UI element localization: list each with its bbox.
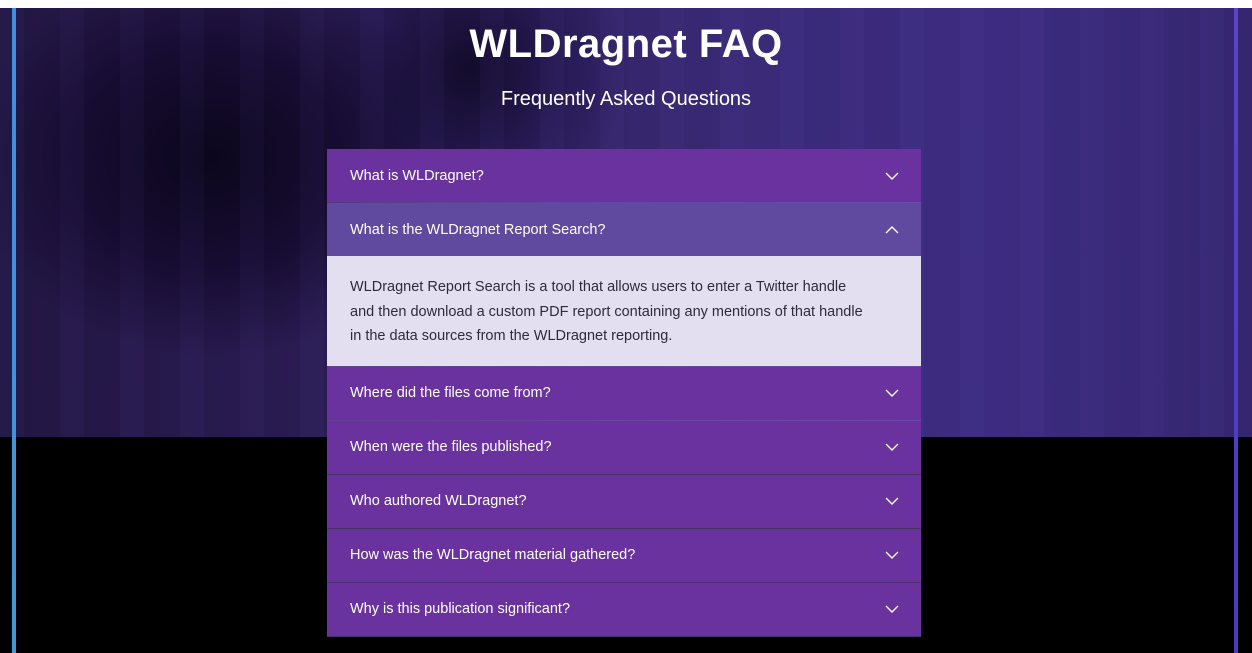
faq-question-button[interactable]: What is the WLDragnet Report Search? [327,203,921,256]
page-subtitle: Frequently Asked Questions [500,88,752,110]
faq-question-label: Why is this publication significant? [350,601,571,617]
faq-question-label: When were the files published? [350,439,552,455]
faq-item-what-is-wldragnet: What is WLDragnet? [327,149,921,203]
faq-question-button[interactable]: Why is this publication significant? [327,582,921,636]
faq-question-button[interactable]: Who authored WLDragnet? [327,474,921,528]
chevron-down-icon [885,605,899,613]
faq-question-label: What is WLDragnet? [350,167,484,184]
chevron-down-icon [885,172,899,180]
faq-question-label: Who authored WLDragnet? [350,493,527,509]
faq-answer: WLDragnet Report Search is a tool that a… [327,256,921,366]
faq-accordion: What is WLDragnet? What is the WLDragnet… [327,149,921,637]
faq-item-files-published: When were the files published? [327,420,921,475]
faq-question-label: What is the WLDragnet Report Search? [350,221,606,238]
faq-question-button[interactable]: When were the files published? [327,420,921,474]
faq-question-button[interactable]: How was the WLDragnet material gathered? [327,528,921,582]
faq-item-report-search: What is the WLDragnet Report Search? WLD… [327,203,921,367]
faq-item-significant: Why is this publication significant? [327,582,921,637]
page-frame: WLDragnet FAQ Frequently Asked Questions… [0,8,1252,653]
chevron-down-icon [885,551,899,559]
chevron-down-icon [885,497,899,505]
page-title: WLDragnet FAQ [469,22,783,66]
faq-question-button[interactable]: What is WLDragnet? [327,149,921,202]
faq-item-gathered: How was the WLDragnet material gathered? [327,528,921,583]
faq-item-authored: Who authored WLDragnet? [327,474,921,529]
faq-question-label: How was the WLDragnet material gathered? [350,547,636,563]
chevron-up-icon [885,225,899,233]
faq-question-label: Where did the files come from? [350,385,551,401]
faq-question-button[interactable]: Where did the files come from? [327,366,921,420]
chevron-down-icon [885,443,899,451]
faq-item-files-origin: Where did the files come from? [327,366,921,421]
chevron-down-icon [885,389,899,397]
